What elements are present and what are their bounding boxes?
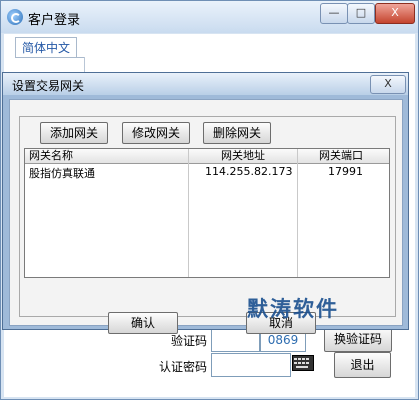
cell-gateway-address: 114.255.82.173 (205, 165, 293, 178)
cell-gateway-port: 17991 (328, 165, 363, 178)
auth-password-input[interactable] (211, 353, 291, 377)
window-title: 客户登录 (28, 13, 81, 28)
watermark-text: 默涛软件 (247, 297, 339, 321)
edit-gateway-button[interactable]: 修改网关 (122, 122, 190, 144)
confirm-button[interactable]: 确认 (108, 312, 178, 334)
dialog-close-button[interactable]: X (370, 75, 406, 94)
title-bar: 客户登录 — □ X (1, 1, 418, 33)
exit-button[interactable]: 退出 (334, 352, 391, 378)
dialog-title-bar: 设置交易网关 X (3, 73, 408, 95)
maximize-button[interactable]: □ (347, 3, 375, 24)
delete-gateway-button[interactable]: 删除网关 (203, 122, 271, 144)
column-header-address[interactable]: 网关地址 (221, 149, 265, 163)
app-logo-icon (7, 9, 23, 25)
keyboard-icon[interactable] (292, 355, 314, 371)
column-divider (297, 149, 298, 277)
dialog-title: 设置交易网关 (12, 79, 85, 93)
column-divider (188, 149, 189, 277)
tab-divider (15, 57, 85, 58)
cell-gateway-name: 股指仿真联通 (29, 167, 95, 180)
dialog-body: 添加网关 修改网关 删除网关 网关名称 网关地址 网关端口 股指仿真联通 114… (9, 99, 403, 334)
minimize-button[interactable]: — (320, 3, 348, 24)
column-header-name[interactable]: 网关名称 (29, 149, 73, 163)
tab-simplified-chinese[interactable]: 简体中文 (15, 37, 77, 58)
captcha-label: 验证码 (171, 334, 208, 348)
gateway-settings-dialog: 设置交易网关 X 添加网关 修改网关 删除网关 网关名称 网关地址 网关端口 股… (2, 72, 409, 334)
close-button[interactable]: X (375, 3, 415, 24)
add-gateway-button[interactable]: 添加网关 (40, 122, 108, 144)
column-header-port[interactable]: 网关端口 (319, 149, 363, 163)
gateway-table[interactable]: 网关名称 网关地址 网关端口 股指仿真联通 114.255.82.173 179… (24, 148, 390, 278)
auth-password-label: 认证密码 (159, 360, 208, 374)
table-header: 网关名称 网关地址 网关端口 (25, 149, 389, 164)
